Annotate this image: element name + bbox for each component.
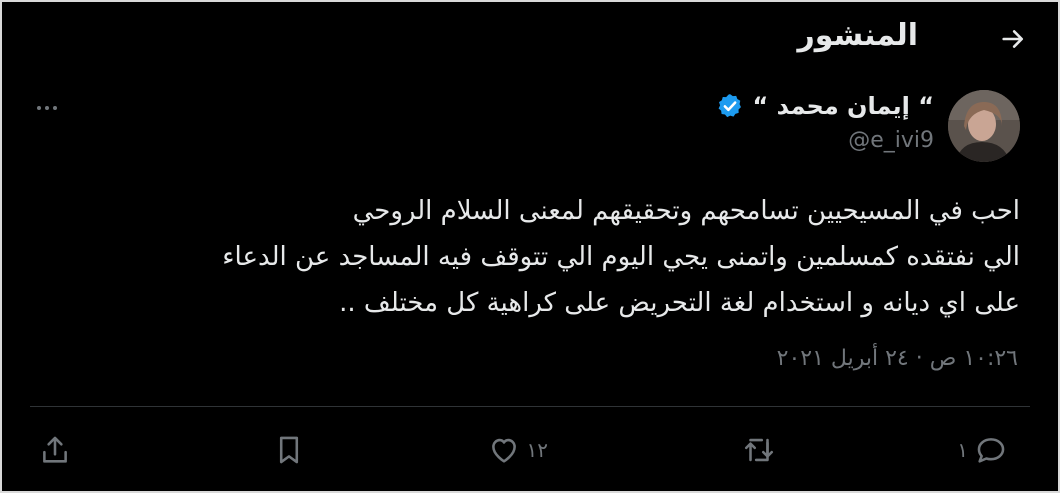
verified-badge-icon [719,94,742,118]
reply-button[interactable]: ١ [957,430,1008,470]
more-options-button[interactable] [30,96,64,120]
reply-icon [977,438,1005,463]
bookmark-button[interactable] [266,430,306,470]
share-icon [43,436,67,463]
display-name[interactable]: “ إيمان محمد “ [752,92,934,120]
action-bar: ١ ١٢ [2,422,1058,478]
page-title: المنشور [797,18,918,53]
user-handle[interactable]: @e_ivi9 [716,128,934,153]
tweet-timestamp[interactable]: ١٠:٢٦ ص · ٢٤ أبريل ٢٠٢١ [777,346,1018,371]
avatar[interactable] [948,90,1020,162]
user-info: “ إيمان محمد “ @e_ivi9 [716,92,934,153]
post-window: المنشور “ إيمان محمد “ @e_ivi9 احب في ال… [0,0,1060,493]
more-dot-icon [53,106,57,110]
like-count: ١٢ [526,438,548,462]
avatar-image [948,90,1020,162]
arrow-right-icon [1002,30,1024,48]
retweet-icon [744,438,774,462]
share-button[interactable] [38,430,72,470]
like-button[interactable]: ١٢ [487,430,548,470]
divider [30,406,1030,407]
reply-count: ١ [957,438,968,462]
display-name-row[interactable]: “ إيمان محمد “ [716,92,934,120]
bookmark-icon [279,436,299,464]
heart-icon [491,438,516,463]
post-header: المنشور [2,2,1058,78]
more-dot-icon [37,106,41,110]
retweet-button[interactable] [736,430,776,470]
more-dot-icon [45,106,49,110]
tweet-text: احب في المسيحيين تسامحهم وتحقيقهم لمعنى … [222,196,1020,318]
back-button[interactable] [994,20,1032,58]
